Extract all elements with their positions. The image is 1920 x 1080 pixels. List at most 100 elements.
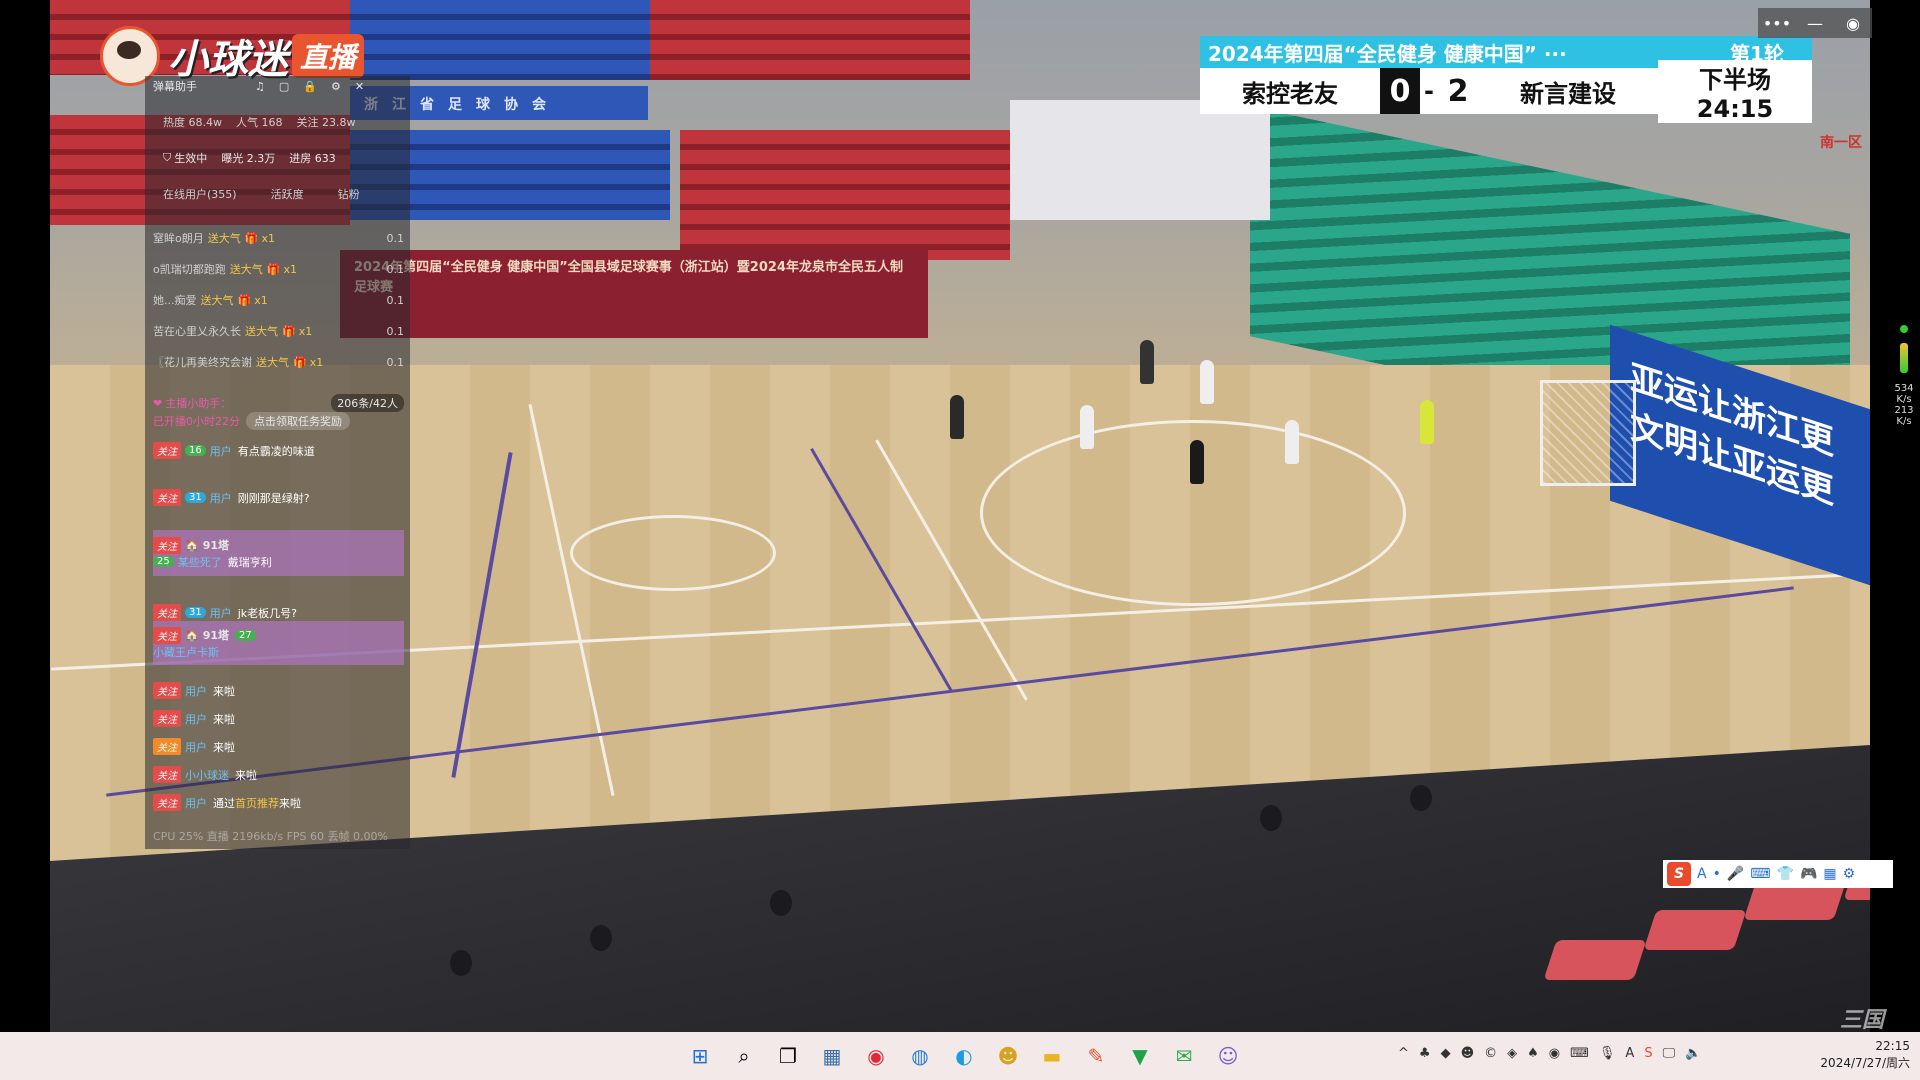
task-view-icon[interactable]: ❐ [770, 1038, 806, 1074]
edge-icon[interactable]: ◐ [946, 1038, 982, 1074]
chat-username[interactable]: 小藏王卢卡斯 [153, 644, 219, 660]
terminal-app-icon[interactable]: ▼ [1122, 1038, 1158, 1074]
minimize-button[interactable]: — [1796, 8, 1834, 38]
netease-music-icon[interactable]: ◉ [858, 1038, 894, 1074]
follow-tag[interactable]: 关注 [153, 794, 181, 811]
follow-tag[interactable]: 关注 [153, 682, 181, 699]
gift-user: 她...痴爱 [153, 294, 197, 307]
tray-app-icon[interactable]: ☻ [1461, 1046, 1475, 1061]
tray-app-icon[interactable]: ♠ [1527, 1046, 1539, 1061]
gift-action: 送 [200, 294, 212, 307]
tab-online-users[interactable]: 在线用户(355) [163, 186, 237, 202]
sound-icon[interactable]: ♫ [255, 80, 265, 93]
follow-tag[interactable]: 关注 [153, 489, 181, 506]
ime-keyboard-icon[interactable]: ⌨ [1750, 866, 1770, 882]
chat-username[interactable]: 用户 [185, 711, 207, 727]
calculator-icon[interactable]: ▦ [814, 1038, 850, 1074]
window-controls: ••• — ◉ [1758, 8, 1872, 38]
score-separator: - [1424, 77, 1434, 105]
gift-name: 大气 [267, 356, 289, 369]
gift-value: 0.1 [386, 262, 405, 276]
danmu-title-bar: 弹幕助手 ♫ ▢ 🔒 ⚙ ✕ [153, 78, 404, 94]
chat-username[interactable]: 小小球迷 [185, 767, 229, 783]
follow-tag[interactable]: 关注 [153, 604, 181, 621]
assistant-label: 主播小助手： [165, 397, 232, 410]
volume-icon[interactable]: 🔈 [1685, 1046, 1701, 1061]
ime-punct-icon[interactable]: • [1713, 866, 1721, 882]
assistant-task-row: ❤ 主播小助手： 206条/42人 [153, 394, 404, 412]
chat-message: 关注 用户 来啦 [153, 738, 404, 755]
network-icon[interactable]: 🖵 [1663, 1046, 1676, 1061]
ime-game-icon[interactable]: 🎮 [1800, 866, 1817, 882]
chat-username[interactable]: 用户 [210, 443, 232, 459]
close-icon[interactable]: ✕ [355, 80, 364, 93]
system-clock[interactable]: 22:15 2024/7/27/周六 [1820, 1038, 1910, 1072]
match-period: 下半场 24:15 [1658, 59, 1812, 123]
follow-tag[interactable]: 关注 [153, 626, 181, 644]
chat-username[interactable]: 用户 [185, 795, 207, 811]
effect-label: 生效中 [174, 152, 208, 165]
chat-message-highlight: 关注 🏠 91塔 27 小藏王卢卡斯 [153, 621, 404, 665]
gift-name: 大气 [240, 263, 263, 276]
windows-start-icon[interactable]: ⊞ [682, 1038, 718, 1074]
ime-skin-icon[interactable]: 👕 [1777, 866, 1794, 882]
download-unit: K/s [1896, 416, 1912, 427]
more-options-button[interactable]: ••• [1758, 8, 1796, 38]
chat-app-icon[interactable]: ☺ [1210, 1038, 1246, 1074]
follow-tag[interactable]: 关注 [153, 710, 181, 727]
gift-count: x1 [261, 231, 275, 245]
ime-voice-icon[interactable]: 🎤 [1727, 866, 1744, 882]
spectator-head [770, 890, 792, 916]
search-icon[interactable]: ⌕ [726, 1038, 762, 1074]
scoreboard-body: 索控老友 0 - 2 新言建设 下半场 24:15 [1200, 59, 1812, 123]
tray-app-icon[interactable]: ◉ [1549, 1046, 1560, 1061]
upload-unit: K/s [1896, 394, 1912, 405]
player [1285, 420, 1299, 464]
wechat-icon[interactable]: ✉ [1166, 1038, 1202, 1074]
tray-app-icon[interactable]: ♣ [1419, 1046, 1431, 1061]
taskbar: ⊞ ⌕ ❐ ▦ ◉ ◍ ◐ ☻ ▬ ✎ ▼ ✉ ☺ ^ ♣ ◆ ☻ © ◈ ♠ … [0, 1032, 1920, 1080]
chat-text: 来啦 [213, 740, 235, 754]
edge-dev-icon[interactable]: ◍ [902, 1038, 938, 1074]
chat-message: 关注 小小球迷 来啦 [153, 766, 404, 783]
lock-icon[interactable]: 🔒 [303, 80, 317, 93]
tray-app-icon[interactable]: ◈ [1507, 1046, 1517, 1061]
chat-username[interactable]: 用户 [185, 739, 207, 755]
settings-icon[interactable]: ⚙ [331, 80, 341, 93]
ime-mode-icon[interactable]: A [1697, 866, 1707, 882]
player [1190, 440, 1204, 484]
file-explorer-icon[interactable]: ▬ [1034, 1038, 1070, 1074]
spectator-head [1410, 785, 1432, 811]
keyboard-icon[interactable]: ⌨ [1570, 1046, 1589, 1061]
chat-username[interactable]: 用户 [210, 490, 232, 506]
record-button[interactable]: ◉ [1834, 8, 1872, 38]
claim-task-reward-button[interactable]: 点击领取任务奖励 [246, 412, 350, 430]
sogou-tray-icon[interactable]: S [1644, 1046, 1652, 1061]
paint-app-icon[interactable]: ✎ [1078, 1038, 1114, 1074]
tray-app-icon[interactable]: © [1484, 1046, 1497, 1061]
microphone-icon[interactable]: 🎙 [1599, 1046, 1616, 1061]
tray-expand-icon[interactable]: ^ [1398, 1046, 1409, 1061]
stand-red-center [650, 0, 970, 80]
language-icon[interactable]: A [1625, 1046, 1634, 1061]
follow-tag[interactable]: 关注 [153, 738, 181, 755]
follow-tag[interactable]: 关注 [153, 536, 181, 554]
chat-username[interactable]: 用户 [185, 683, 207, 699]
tab-activity[interactable]: 活跃度 [271, 186, 304, 202]
zone-label: 南一区 [1820, 135, 1862, 151]
ime-toolbox-icon[interactable]: ▦ [1823, 866, 1836, 882]
chat-message: 关注 31 用户 jk老板几号? [153, 604, 404, 621]
ime-settings-icon[interactable]: ⚙ [1843, 866, 1856, 882]
tab-diamond-fans[interactable]: 钻粉 [338, 186, 360, 202]
cartoon-app-icon[interactable]: ☻ [990, 1038, 1026, 1074]
tray-app-icon[interactable]: ◆ [1441, 1046, 1451, 1061]
follow-tag[interactable]: 关注 [153, 766, 181, 783]
chat-username[interactable]: 用户 [210, 605, 232, 621]
clock-date: 2024/7/27/周六 [1820, 1056, 1910, 1070]
danmu-panel: 弹幕助手 ♫ ▢ 🔒 ⚙ ✕ 热度 68.4w 人气 168 关注 23.8w … [145, 76, 410, 849]
sogou-logo-icon[interactable]: S [1667, 862, 1691, 886]
window-icon[interactable]: ▢ [279, 80, 289, 93]
chat-text: 戴瑞亨利 [227, 555, 272, 569]
chat-username[interactable]: 某些死了 [178, 554, 222, 570]
follow-tag[interactable]: 关注 [153, 442, 181, 459]
